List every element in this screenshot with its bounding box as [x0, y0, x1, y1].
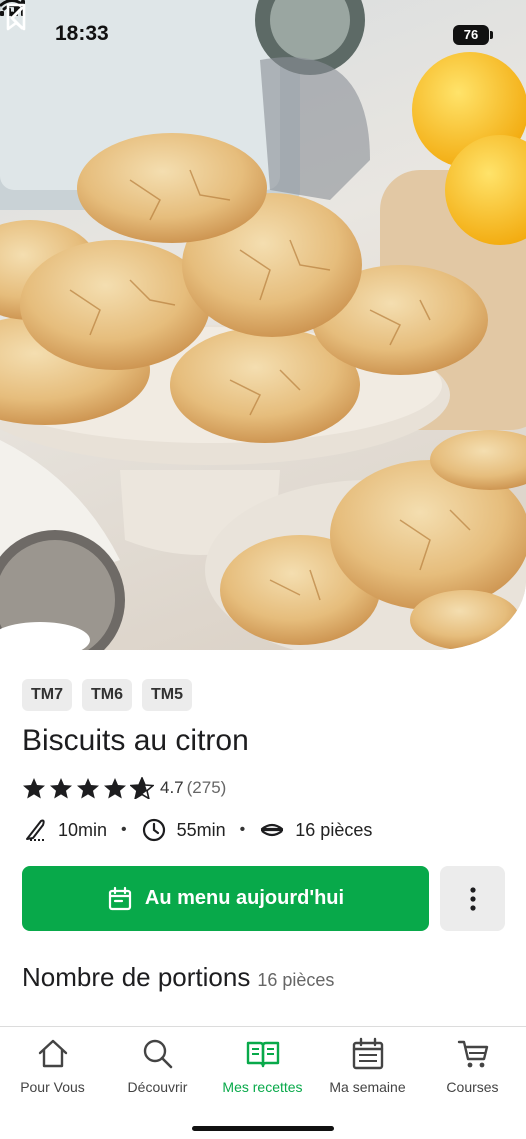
separator-dot: • — [239, 821, 246, 838]
status-bar: 18:33 76 — [0, 0, 526, 70]
calendar-icon — [352, 1037, 383, 1070]
recipe-rating[interactable]: 4.7 (275) — [22, 775, 226, 801]
star-icon — [23, 778, 45, 799]
recipe-hero-image: 18:33 76 — [0, 0, 526, 650]
portions-value: 16 pièces — [257, 970, 335, 990]
tag-tm6: TM6 — [82, 679, 132, 711]
recipe-meta: 10min • 55min • 16 pièces — [22, 815, 372, 845]
search-icon — [143, 1039, 172, 1069]
tab-courses[interactable]: Courses — [420, 1037, 525, 1095]
dish-icon — [261, 823, 284, 837]
more-vertical-icon — [469, 886, 476, 911]
yield: 16 pièces — [295, 819, 373, 840]
tab-decouvrir[interactable]: Découvrir — [105, 1037, 210, 1095]
tab-label: Courses — [446, 1079, 499, 1095]
tab-ma-semaine[interactable]: Ma semaine — [315, 1037, 420, 1095]
thermomix-compatibility-tags: TM7 TM6 TM5 — [22, 679, 192, 711]
tab-mes-recettes[interactable]: Mes recettes — [210, 1037, 315, 1095]
separator-dot: • — [121, 821, 127, 838]
book-icon — [246, 1041, 279, 1068]
home-indicator — [192, 1126, 334, 1131]
prep-time: 10min — [58, 819, 108, 840]
cart-icon — [457, 1040, 488, 1068]
rating-value: 4.7 — [160, 778, 184, 797]
tab-label: Pour Vous — [20, 1079, 85, 1095]
clock-icon — [142, 818, 165, 842]
add-to-menu-today-button[interactable]: Au menu aujourd'hui — [22, 866, 429, 931]
tab-pour-vous[interactable]: Pour Vous — [0, 1037, 105, 1095]
star-icon — [104, 778, 126, 799]
rating-count: (275) — [186, 778, 227, 797]
star-icon — [50, 778, 72, 799]
star-icon — [77, 778, 99, 799]
star-half-icon — [130, 777, 154, 799]
bookmark-icon[interactable] — [0, 0, 32, 34]
status-time: 18:33 — [55, 22, 109, 45]
calendar-icon — [108, 886, 131, 910]
home-icon — [38, 1039, 67, 1068]
tag-tm5: TM5 — [142, 679, 192, 711]
recipe-title: Biscuits au citron — [22, 724, 249, 757]
bottom-tab-bar: Pour Vous Découvrir Mes recettes Ma sema… — [0, 1026, 526, 1139]
star-rating — [22, 777, 154, 799]
portions-section: Nombre de portions 16 pièces — [22, 962, 334, 993]
battery-level: 76 — [453, 25, 489, 45]
cookies-illustration — [0, 0, 526, 650]
portions-label: Nombre de portions — [22, 962, 251, 992]
add-to-menu-label: Au menu aujourd'hui — [144, 887, 345, 909]
tab-label: Ma semaine — [329, 1079, 406, 1095]
battery-icon — [490, 31, 493, 39]
total-time: 55min — [176, 819, 226, 840]
tag-tm7: TM7 — [22, 679, 72, 711]
tab-label: Découvrir — [127, 1079, 188, 1095]
tab-label: Mes recettes — [222, 1079, 303, 1095]
prep-knife-icon — [26, 819, 45, 841]
more-options-button[interactable] — [440, 866, 505, 931]
